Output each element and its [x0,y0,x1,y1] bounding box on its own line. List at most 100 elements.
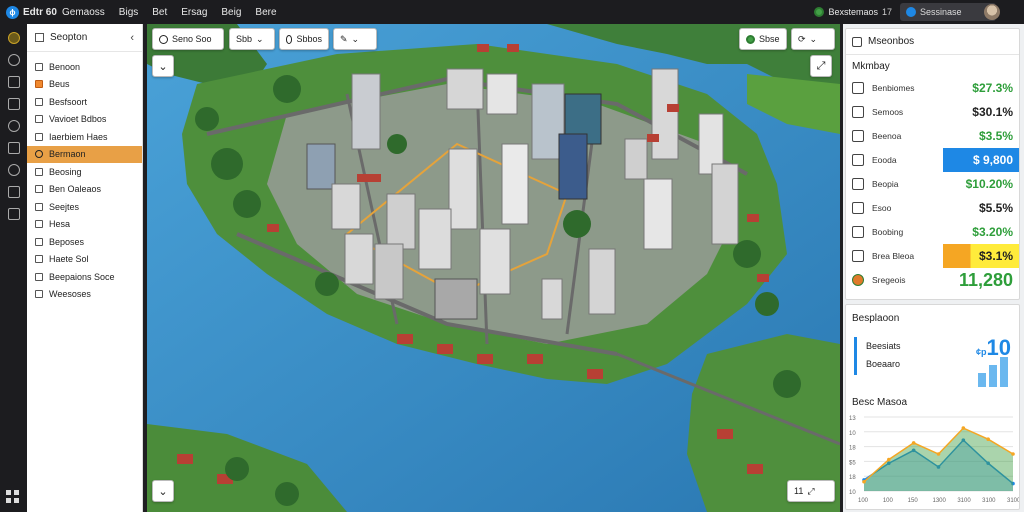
grid-icon[interactable] [7,208,20,220]
sidebar-item-icon [35,220,43,229]
menu-item-6[interactable]: Bere [255,7,276,18]
zoom-label: 11 [794,486,804,496]
layers-icon[interactable] [7,76,20,88]
sidebar-item[interactable]: Beus [27,76,142,94]
resource-row[interactable]: Benbiomes $27.3% [846,76,1019,100]
pen-icon: ✎ [340,33,348,44]
city-map[interactable]: Seno Soo Sbb ⌄ Sbbos ✎ ⌄ ⌄ Sbse ⟳ ⌄ ⤢ ⌄ … [147,24,840,512]
side-panel: Seopton ‹ Benoon Beus Besfsoort Vavioet Bdb… [27,24,143,512]
sidebar-item-label: Bermaon [49,149,86,160]
resource-row[interactable]: Beopia $10.20% [846,172,1019,196]
menu-item-2[interactable]: Bigs [119,7,138,18]
resources-title: Mseonbos [868,36,915,47]
menu-item-1[interactable]: Gemaoss [62,7,105,18]
home-icon[interactable] [7,32,20,44]
sidebar-item[interactable]: Beosing [27,163,142,181]
app-name: Edtr 60 [23,6,57,18]
sidebar-item[interactable]: Weesoses [27,286,142,304]
resource-icon [852,130,864,142]
sidebar-item-label: Ben Oaleaos [49,184,102,195]
side-panel-header: Seopton ‹ [27,24,142,52]
menu-item-3[interactable]: Bet [152,7,167,18]
sidebar-item[interactable]: Hesa [27,216,142,234]
resource-row[interactable]: Boobing $3.20% [846,220,1019,244]
map-canvas[interactable] [147,24,840,512]
sidebar-item-icon [35,237,43,246]
series-area-2 [864,428,1013,491]
menu-item-4[interactable]: Ersag [181,7,207,18]
sidebar-item-label: Benoon [49,61,81,72]
sidebar-item[interactable]: Bermaon [27,145,142,163]
map-search-button[interactable]: Seno Soo [152,28,224,50]
expand-button[interactable]: ⤢ [810,55,832,77]
sidebar-item-label: Seejtes [49,201,80,212]
sidebar-item[interactable]: Iaerbiem Haes [27,128,142,146]
resource-value: $3.1% [978,249,1013,263]
resource-icon [852,274,864,286]
top-search-text: Sessinase [920,7,962,17]
status-indicator[interactable]: Bexstemaos 17 [814,7,892,17]
zoom-control[interactable]: 11 ⤢ [787,480,835,502]
sidebar-item[interactable]: Benoon [27,58,142,76]
resource-label: Boobing [872,227,904,237]
sidebar-item-icon [35,202,43,211]
scene-button[interactable]: Sbse [739,28,787,50]
data-point [986,437,990,441]
resource-row[interactable]: Brea Bleoa $3.1% [846,244,1019,268]
sidebar-item[interactable]: Seejtes [27,198,142,216]
app-logo[interactable]: ϕ Edtr 60 [0,5,62,19]
chart-title: Besc Masoa [852,397,908,408]
resources-subtitle: Mkmbay [852,61,890,72]
pen-icon[interactable] [7,142,20,154]
scene-label: Sbse [759,34,780,44]
filter-dropdown[interactable]: Sbb ⌄ [229,28,275,50]
sidebar-item-label: Beus [49,79,70,90]
y-tick-label: 13 [849,416,856,422]
draw-tool-dropdown[interactable]: ✎ ⌄ [333,28,377,50]
resource-row[interactable]: Esoo $5.5% [846,196,1019,220]
resource-row[interactable]: Beenoa $3.5% [846,124,1019,148]
sidebar-item-icon [35,150,43,159]
resource-value: $27.3% [972,81,1013,95]
layers-icon [286,34,293,44]
chart-icon[interactable] [7,98,20,110]
resource-row[interactable]: Semoos $30.1% [846,100,1019,124]
y-tick-label: 18 [849,475,856,481]
resource-row[interactable]: Eooda $ 9,800 [846,148,1019,172]
chat-icon[interactable] [7,54,20,66]
layer-button[interactable]: Sbbos [279,28,329,50]
resource-label: Benbiomes [872,83,915,93]
y-tick-label: 18 [849,446,856,452]
right-panel: Mseonbos Mkmbay Benbiomes $27.3% Semoos $30… [843,24,1024,512]
chevron-down-icon: ⌄ [256,33,264,44]
panel-icon [35,33,44,42]
data-point [1011,452,1015,456]
collapse-map-button[interactable]: ⌄ [152,55,174,77]
checkbox-icon[interactable] [852,36,862,47]
refresh-button[interactable]: ⟳ ⌄ [791,28,835,50]
search-icon[interactable] [7,164,20,176]
sidebar-item[interactable]: Vavioet Bdbos [27,111,142,129]
sidebar-item[interactable]: Besfsoort [27,93,142,111]
top-search-field[interactable]: Sessinase [900,3,996,21]
book-icon[interactable] [7,186,20,198]
stats-card: Besplaoon Beesiats Boeaaro ¢p10 Besc Mas… [845,304,1020,510]
apps-icon[interactable] [6,490,20,504]
sidebar-item[interactable]: Ben Oaleaos [27,181,142,199]
app-logo-icon: ϕ [6,5,19,19]
menu-item-5[interactable]: Beig [221,7,241,18]
sidebar-item-icon [35,255,43,264]
sidebar-item[interactable]: Haete Sol [27,251,142,269]
filter-label: Sbb [236,34,253,44]
settings-icon[interactable] [7,120,20,132]
resource-icon [852,82,864,94]
collapse-chevron-icon[interactable]: ‹ [130,32,134,44]
sidebar-item[interactable]: Beposes [27,233,142,251]
sidebar-item-label: Beepaions Soce [49,271,115,282]
side-panel-title: Seopton [50,32,88,43]
resource-row[interactable]: Sregeois 11,280 [846,268,1019,292]
sidebar-item-label: Hesa [49,219,71,230]
map-down-button[interactable]: ⌄ [152,480,174,502]
sidebar-item[interactable]: Beepaions Soce [27,268,142,286]
avatar[interactable] [984,4,1000,20]
